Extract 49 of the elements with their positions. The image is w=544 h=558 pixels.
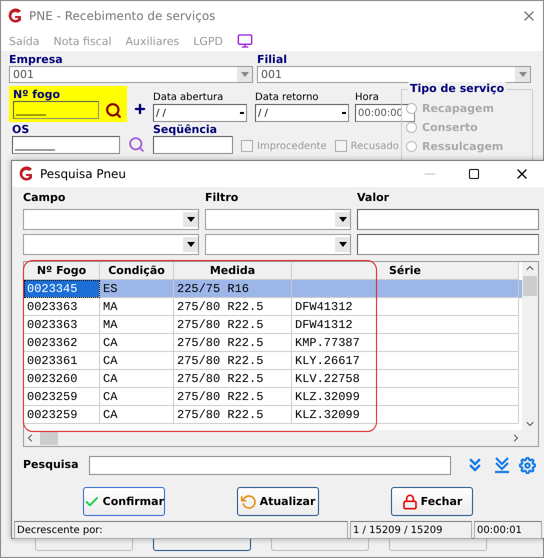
table-row[interactable]: 0023363 MA 275/80 R22.5 DFW41312 bbox=[24, 298, 522, 316]
column-header[interactable]: Condição bbox=[100, 262, 174, 280]
field-label: Hora bbox=[355, 92, 380, 104]
empresa-combo[interactable]: 001 bbox=[9, 66, 253, 83]
status-text: 00:00:01 bbox=[474, 521, 542, 539]
filter-label: Filtro bbox=[205, 191, 240, 205]
field-label: Nº fogo bbox=[13, 88, 62, 101]
fogo-field[interactable]: ______ bbox=[13, 101, 99, 119]
os-field[interactable]: ________ bbox=[12, 136, 120, 154]
group-title: Tipo de serviço bbox=[408, 82, 506, 95]
column-header[interactable]: Série bbox=[292, 262, 519, 280]
field-label: Data abertura bbox=[153, 92, 224, 104]
table-row[interactable]: 0023362 CA 275/80 R22.5 KMP.77387 bbox=[24, 334, 522, 352]
filial-combo[interactable]: 001 bbox=[257, 66, 531, 83]
radio-label: Recapagem bbox=[422, 102, 494, 115]
table-row[interactable]: 0023345 ES 225/75 R16 bbox=[24, 280, 522, 298]
date-field[interactable]: / / bbox=[153, 104, 247, 122]
date-field[interactable]: / / bbox=[255, 104, 349, 122]
table-row[interactable]: 0023259 CA 275/80 R22.5 KLZ.32099 bbox=[24, 388, 522, 406]
table-cell: 275/80 R22.5 bbox=[174, 406, 292, 424]
table-row[interactable]: 0023363 MA 275/80 R22.5 DFW41312 bbox=[24, 316, 522, 334]
radio-label: Ressulcagem bbox=[422, 140, 504, 153]
window-title: PNE - Recebimento de serviços bbox=[29, 9, 216, 23]
dialog-button[interactable]: Confirmar bbox=[83, 487, 165, 516]
checkbox-label: Improcedente bbox=[257, 140, 327, 152]
column-header[interactable]: Nº Fogo bbox=[24, 262, 100, 280]
table-row[interactable]: 0023260 CA 275/80 R22.5 KLV.22758 bbox=[24, 370, 522, 388]
radio-label: Conserto bbox=[422, 121, 478, 134]
table-cell: 0023345 bbox=[24, 280, 100, 298]
column-header[interactable]: Medida bbox=[174, 262, 292, 280]
status-text: 1 / 15209 / 15209 bbox=[350, 521, 472, 539]
dialog-button[interactable]: Atualizar bbox=[237, 487, 319, 516]
field-label: OS bbox=[12, 123, 30, 136]
field-label: Data retorno bbox=[255, 92, 320, 104]
table-cell: CA bbox=[100, 406, 174, 424]
search-label: Pesquisa bbox=[23, 458, 80, 472]
checkbox-label: Recusado bbox=[350, 140, 399, 152]
field-label: Seqüência bbox=[153, 123, 218, 136]
field-label: Empresa bbox=[9, 53, 64, 66]
filter-label: Campo bbox=[23, 191, 66, 205]
dialog-title: Pesquisa Pneu bbox=[40, 167, 128, 181]
status-text: Decrescente por: bbox=[14, 521, 348, 539]
table-cell: 0023259 bbox=[24, 406, 100, 424]
table-row[interactable]: 0023361 CA 275/80 R22.5 KLY.26617 bbox=[24, 352, 522, 370]
field-label: Filial bbox=[257, 53, 288, 66]
table-row[interactable]: 0023259 CA 275/80 R22.5 KLZ.32099 bbox=[24, 406, 522, 424]
table-cell: KLZ.32099 bbox=[292, 406, 519, 424]
filter-label: Valor bbox=[357, 191, 390, 205]
dialog-button[interactable]: Fechar bbox=[391, 487, 473, 516]
